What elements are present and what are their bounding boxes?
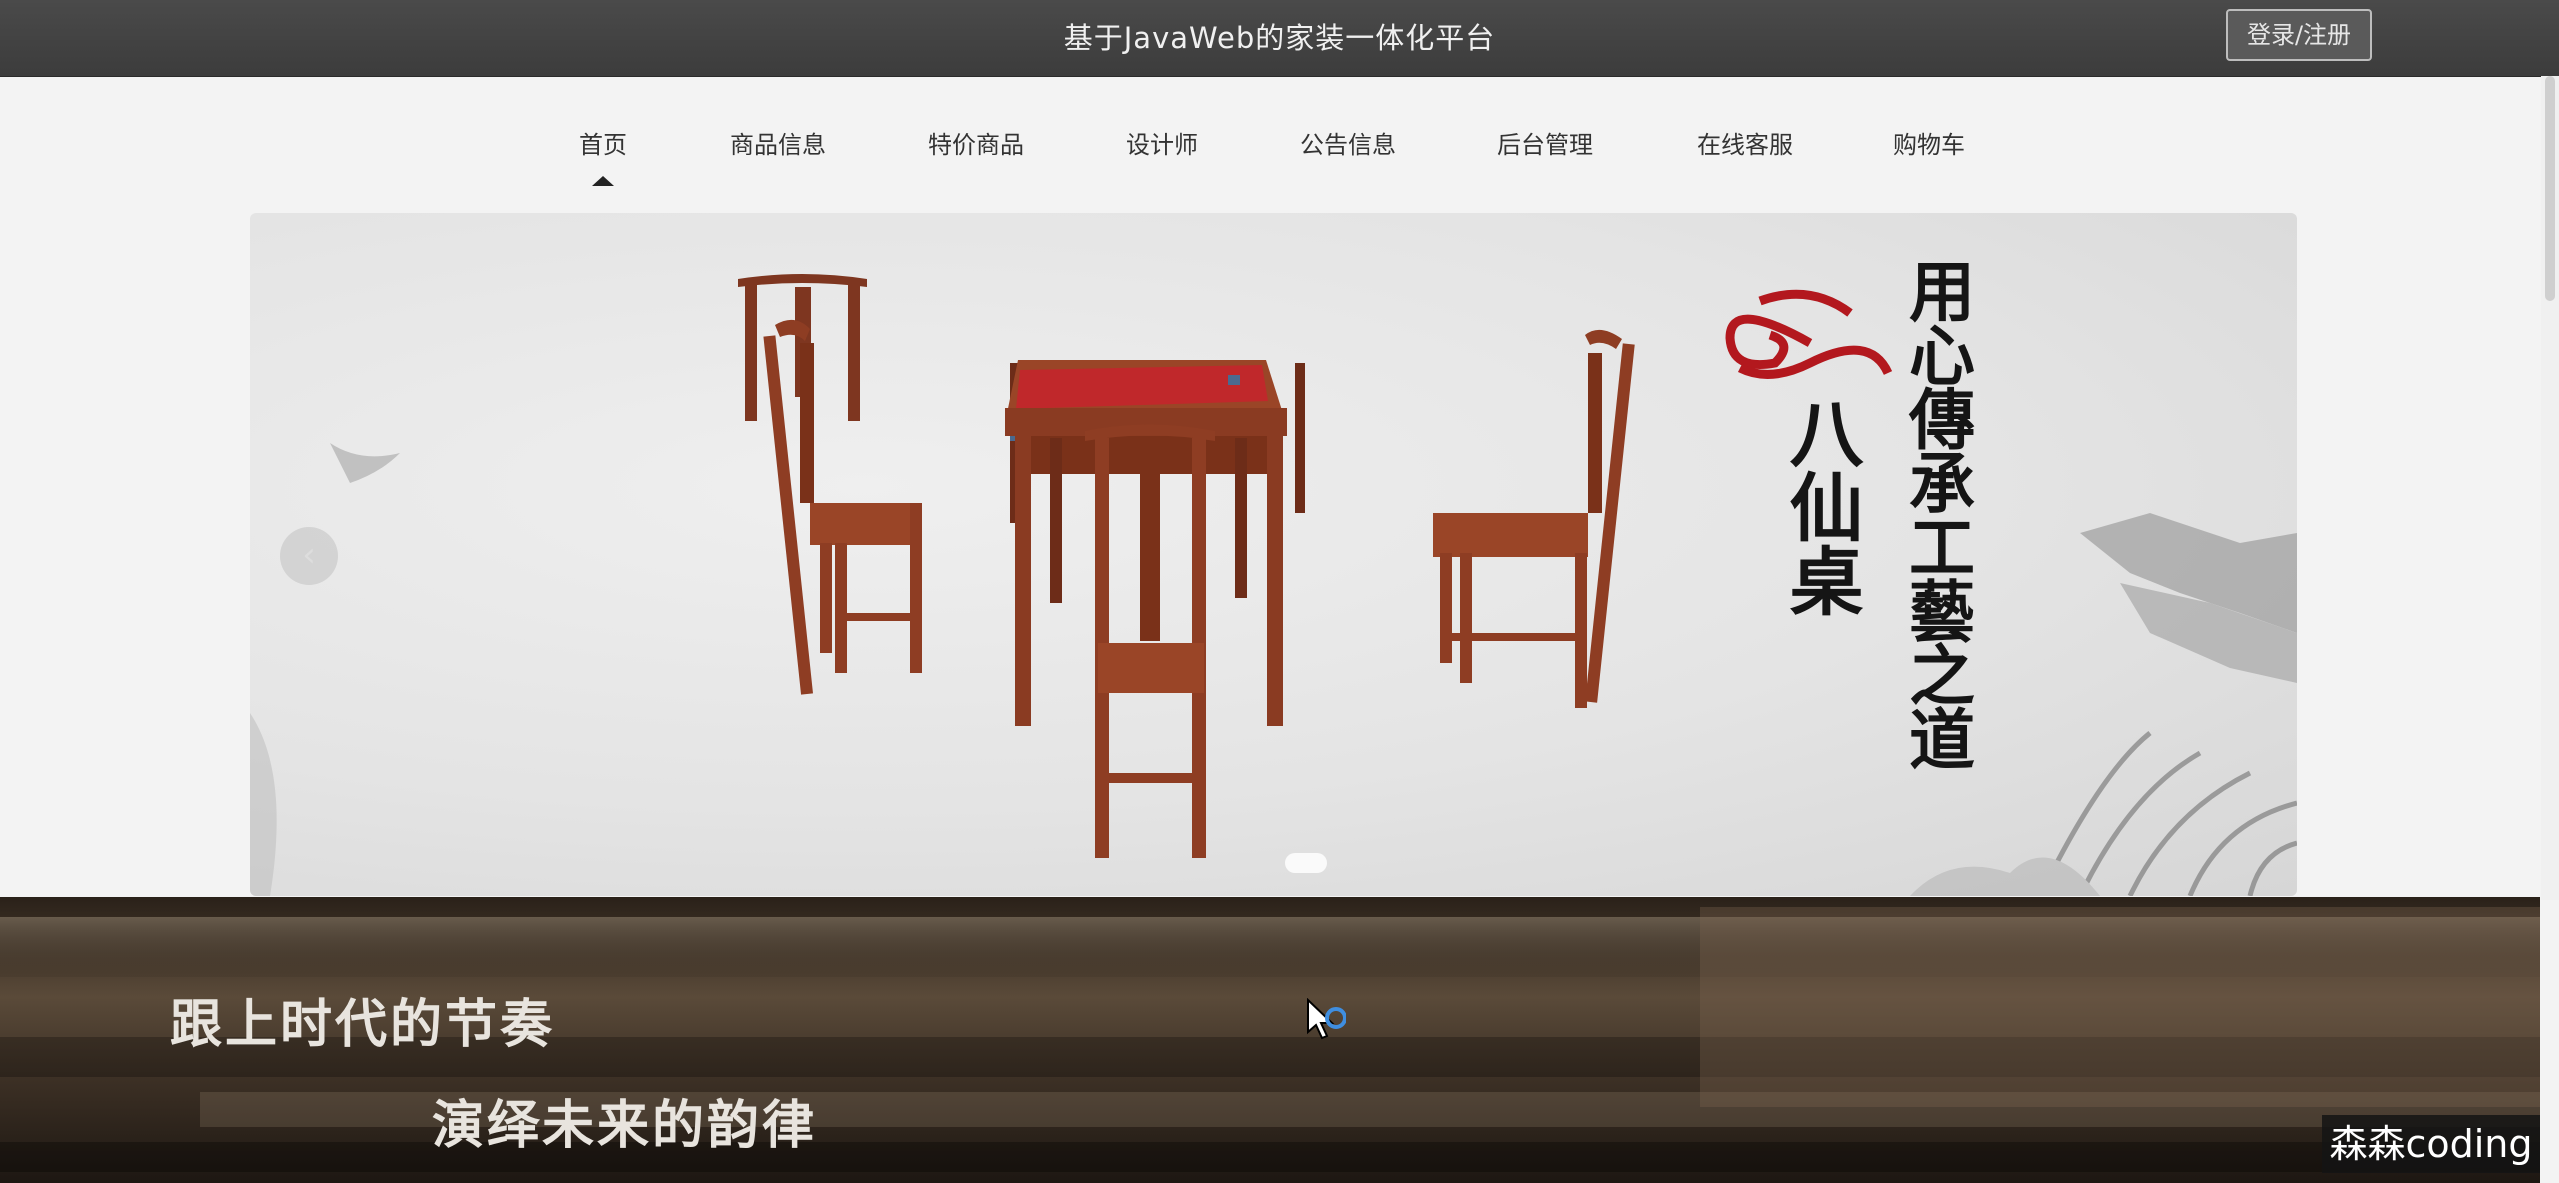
cloud-emblem-illustration: [1725, 289, 1893, 379]
nav-item-products[interactable]: 商品信息: [730, 118, 826, 172]
carousel-prev-arrow-icon[interactable]: ‹: [280, 527, 338, 585]
active-nav-indicator-icon: [592, 176, 614, 186]
banner-tagline: 用心傳承工藝之道: [1898, 257, 1976, 769]
left-chair-illustration: [763, 319, 922, 695]
login-register-button[interactable]: 登录/注册: [2226, 9, 2372, 61]
nav-item-cart[interactable]: 购物车: [1893, 118, 1965, 172]
nav-item-admin[interactable]: 后台管理: [1497, 118, 1593, 172]
promo-slogan-line2: 演绎未来的韵律: [432, 1096, 818, 1156]
banner-artwork: [250, 274, 2297, 896]
nav-item-announcements[interactable]: 公告信息: [1300, 118, 1396, 172]
mouse-cursor-icon: [1307, 998, 1346, 1040]
banner-carousel[interactable]: 八仙桌 用心傳承工藝之道 ‹: [250, 213, 2297, 896]
promo-section: 跟上时代的节奏 演绎未来的韵律: [0, 897, 2540, 1183]
main-nav: 首页 商品信息 特价商品 设计师 公告信息 后台管理 在线客服 购物车: [0, 118, 2559, 198]
promo-slogan-line1: 跟上时代的节奏: [170, 995, 556, 1055]
nav-item-customer-service[interactable]: 在线客服: [1697, 118, 1793, 172]
front-chair-illustration: [1085, 424, 1215, 858]
nav-item-special-offers[interactable]: 特价商品: [928, 118, 1024, 172]
top-bar: 基于JavaWeb的家装一体化平台 登录/注册: [0, 0, 2559, 77]
carousel-slide-indicator[interactable]: [1285, 853, 1327, 873]
banner-product-name: 八仙桌: [1777, 395, 1863, 617]
nav-item-label: 首页: [579, 131, 627, 159]
video-watermark: 森森coding: [2322, 1115, 2540, 1173]
nav-item-designers[interactable]: 设计师: [1126, 118, 1198, 172]
site-title: 基于JavaWeb的家装一体化平台: [1063, 21, 1496, 55]
nav-item-home[interactable]: 首页: [579, 118, 627, 186]
right-chair-illustration: [1433, 329, 1635, 708]
